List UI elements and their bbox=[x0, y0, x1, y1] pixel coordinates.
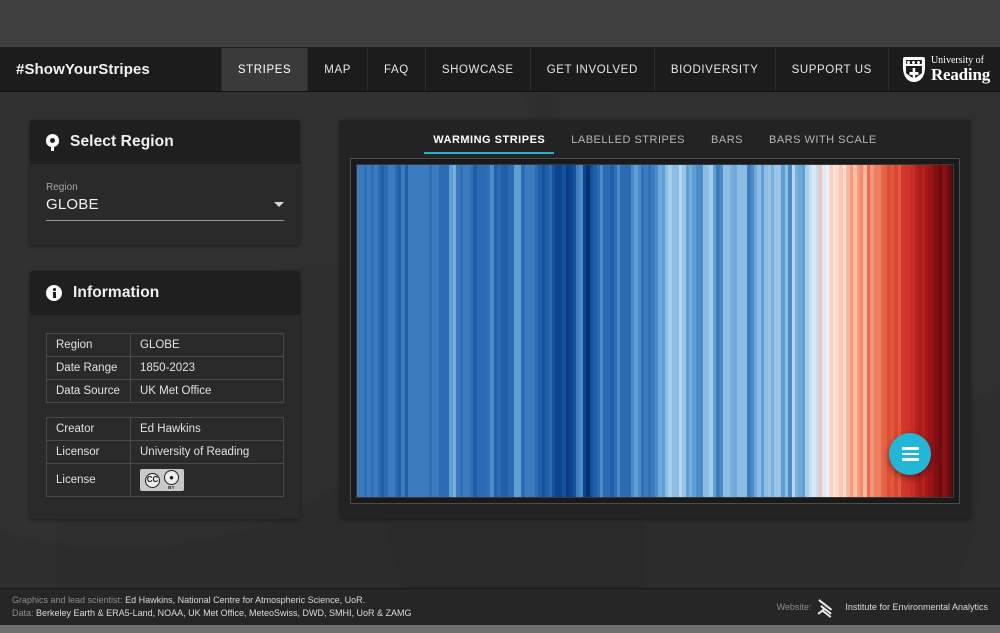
main-navbar: #ShowYourStripes STRIPES MAP FAQ SHOWCAS… bbox=[0, 48, 1000, 92]
info-key-date-range: Date Range bbox=[46, 356, 131, 380]
information-body: Region GLOBE Date Range 1850-2023 Data S… bbox=[30, 315, 300, 519]
hamburger-menu-icon-line bbox=[901, 452, 919, 456]
person-attribution-icon: ● bbox=[164, 470, 179, 485]
info-value-region: GLOBE bbox=[130, 333, 284, 357]
footer-graphics-value: Ed Hawkins, National Centre for Atmosphe… bbox=[125, 594, 366, 605]
tab-bars-with-scale[interactable]: BARS WITH SCALE bbox=[756, 134, 890, 154]
region-select-row[interactable]: GLOBE bbox=[46, 196, 284, 221]
table-row: Creator Ed Hawkins bbox=[46, 417, 284, 441]
footer-website-label: Website: bbox=[776, 602, 812, 612]
cc-by-attribution-icon: ● BY bbox=[164, 470, 179, 490]
table-row: Region GLOBE bbox=[46, 333, 284, 357]
tab-bars[interactable]: BARS bbox=[698, 134, 756, 154]
table-row: Data Source UK Met Office bbox=[46, 379, 284, 403]
footer-main: Graphics and lead scientist: Ed Hawkins,… bbox=[0, 588, 1000, 625]
nav-item-faq[interactable]: FAQ bbox=[367, 48, 425, 91]
stripes-frame bbox=[350, 158, 960, 504]
info-key-licensor: Licensor bbox=[46, 440, 131, 464]
info-value-license: CC ● BY bbox=[130, 463, 284, 497]
tab-warming-stripes[interactable]: WARMING STRIPES bbox=[420, 134, 558, 154]
info-value-date-range: 1850-2023 bbox=[130, 356, 284, 380]
table-row: License CC ● BY bbox=[46, 463, 284, 497]
select-region-header: Select Region bbox=[30, 120, 300, 164]
info-icon bbox=[46, 285, 62, 301]
footer-website[interactable]: Website: Institute for Environmental Ana… bbox=[776, 597, 988, 618]
info-key-region: Region bbox=[46, 333, 131, 357]
table-row: Licensor University of Reading bbox=[46, 440, 284, 464]
footer-graphics-label: Graphics and lead scientist: bbox=[12, 594, 123, 605]
select-region-body: Region GLOBE bbox=[30, 164, 300, 245]
info-value-licensor: University of Reading bbox=[130, 440, 284, 464]
cc-by-license-badge[interactable]: CC ● BY bbox=[140, 469, 184, 491]
footer-line-graphics: Graphics and lead scientist: Ed Hawkins,… bbox=[12, 594, 411, 607]
nav-item-showcase[interactable]: SHOWCASE bbox=[424, 48, 530, 91]
sidebar: Select Region Region GLOBE Information R… bbox=[30, 120, 300, 545]
footer-data-label: Data: bbox=[12, 608, 34, 618]
university-logo-text: University of Reading bbox=[930, 56, 990, 84]
university-of-reading-logo[interactable]: University of Reading bbox=[887, 48, 1000, 91]
tab-labelled-stripes[interactable]: LABELLED STRIPES bbox=[558, 134, 698, 154]
footer-website-value: Institute for Environmental Analytics bbox=[845, 602, 988, 612]
map-pin-icon bbox=[46, 133, 59, 151]
creative-commons-icon: CC bbox=[145, 472, 160, 488]
footer-data-value: Berkeley Earth & ERA5-Land, NOAA, UK Met… bbox=[36, 608, 412, 618]
site-brand[interactable]: #ShowYourStripes bbox=[0, 48, 221, 91]
info-value-creator: Ed Hawkins bbox=[130, 417, 284, 441]
region-select[interactable]: Region GLOBE bbox=[46, 182, 284, 223]
information-card: Information Region GLOBE Date Range 1850… bbox=[30, 271, 300, 519]
info-key-creator: Creator bbox=[46, 417, 131, 441]
info-value-data-source: UK Met Office bbox=[130, 379, 284, 403]
region-select-label: Region bbox=[46, 182, 78, 193]
cc-by-label: BY bbox=[168, 485, 175, 490]
footer-accent-bar bbox=[0, 625, 1000, 633]
hamburger-menu-icon-line bbox=[901, 458, 919, 461]
hamburger-menu-icon-line bbox=[901, 447, 919, 450]
table-row: Date Range 1850-2023 bbox=[46, 356, 284, 380]
warming-stripes-chart bbox=[357, 165, 953, 497]
visualization-panel: WARMING STRIPES LABELLED STRIPES BARS BA… bbox=[340, 120, 970, 518]
chevron-down-icon[interactable] bbox=[274, 202, 284, 207]
iea-logo-icon bbox=[817, 597, 839, 618]
viz-menu-fab[interactable] bbox=[889, 433, 931, 475]
region-select-value: GLOBE bbox=[46, 196, 99, 213]
information-table-credits: Creator Ed Hawkins Licensor University o… bbox=[46, 417, 284, 497]
information-table-primary: Region GLOBE Date Range 1850-2023 Data S… bbox=[46, 333, 284, 403]
nav-item-get-involved[interactable]: GET INVOLVED bbox=[529, 48, 654, 91]
nav-item-biodiversity[interactable]: BIODIVERSITY bbox=[653, 48, 775, 91]
nav-items: STRIPES MAP FAQ SHOWCASE GET INVOLVED BI… bbox=[220, 48, 888, 91]
content-area: WARMING STRIPES LABELLED STRIPES BARS BA… bbox=[300, 120, 970, 518]
info-key-license: License bbox=[46, 463, 131, 497]
select-region-card: Select Region Region GLOBE bbox=[30, 120, 300, 245]
stripes-canvas[interactable] bbox=[356, 164, 954, 498]
footer-line-data: Data: Berkeley Earth & ERA5-Land, NOAA, … bbox=[12, 607, 411, 620]
select-region-title: Select Region bbox=[70, 133, 174, 150]
page-body: Select Region Region GLOBE Information R… bbox=[0, 92, 1000, 553]
information-title: Information bbox=[73, 284, 160, 301]
nav-item-support-us[interactable]: SUPPORT US bbox=[774, 48, 888, 91]
logo-line-2: Reading bbox=[930, 65, 990, 84]
nav-item-map[interactable]: MAP bbox=[307, 48, 367, 91]
reading-shield-icon bbox=[902, 57, 925, 82]
information-header: Information bbox=[30, 271, 300, 315]
info-key-data-source: Data Source bbox=[46, 379, 131, 403]
page-top-strip bbox=[0, 0, 1000, 48]
footer-credits: Graphics and lead scientist: Ed Hawkins,… bbox=[12, 594, 411, 620]
page-footer: Graphics and lead scientist: Ed Hawkins,… bbox=[0, 588, 1000, 633]
nav-item-stripes[interactable]: STRIPES bbox=[220, 48, 308, 91]
viz-tabs: WARMING STRIPES LABELLED STRIPES BARS BA… bbox=[340, 120, 970, 154]
stripe-2023 bbox=[948, 165, 953, 497]
